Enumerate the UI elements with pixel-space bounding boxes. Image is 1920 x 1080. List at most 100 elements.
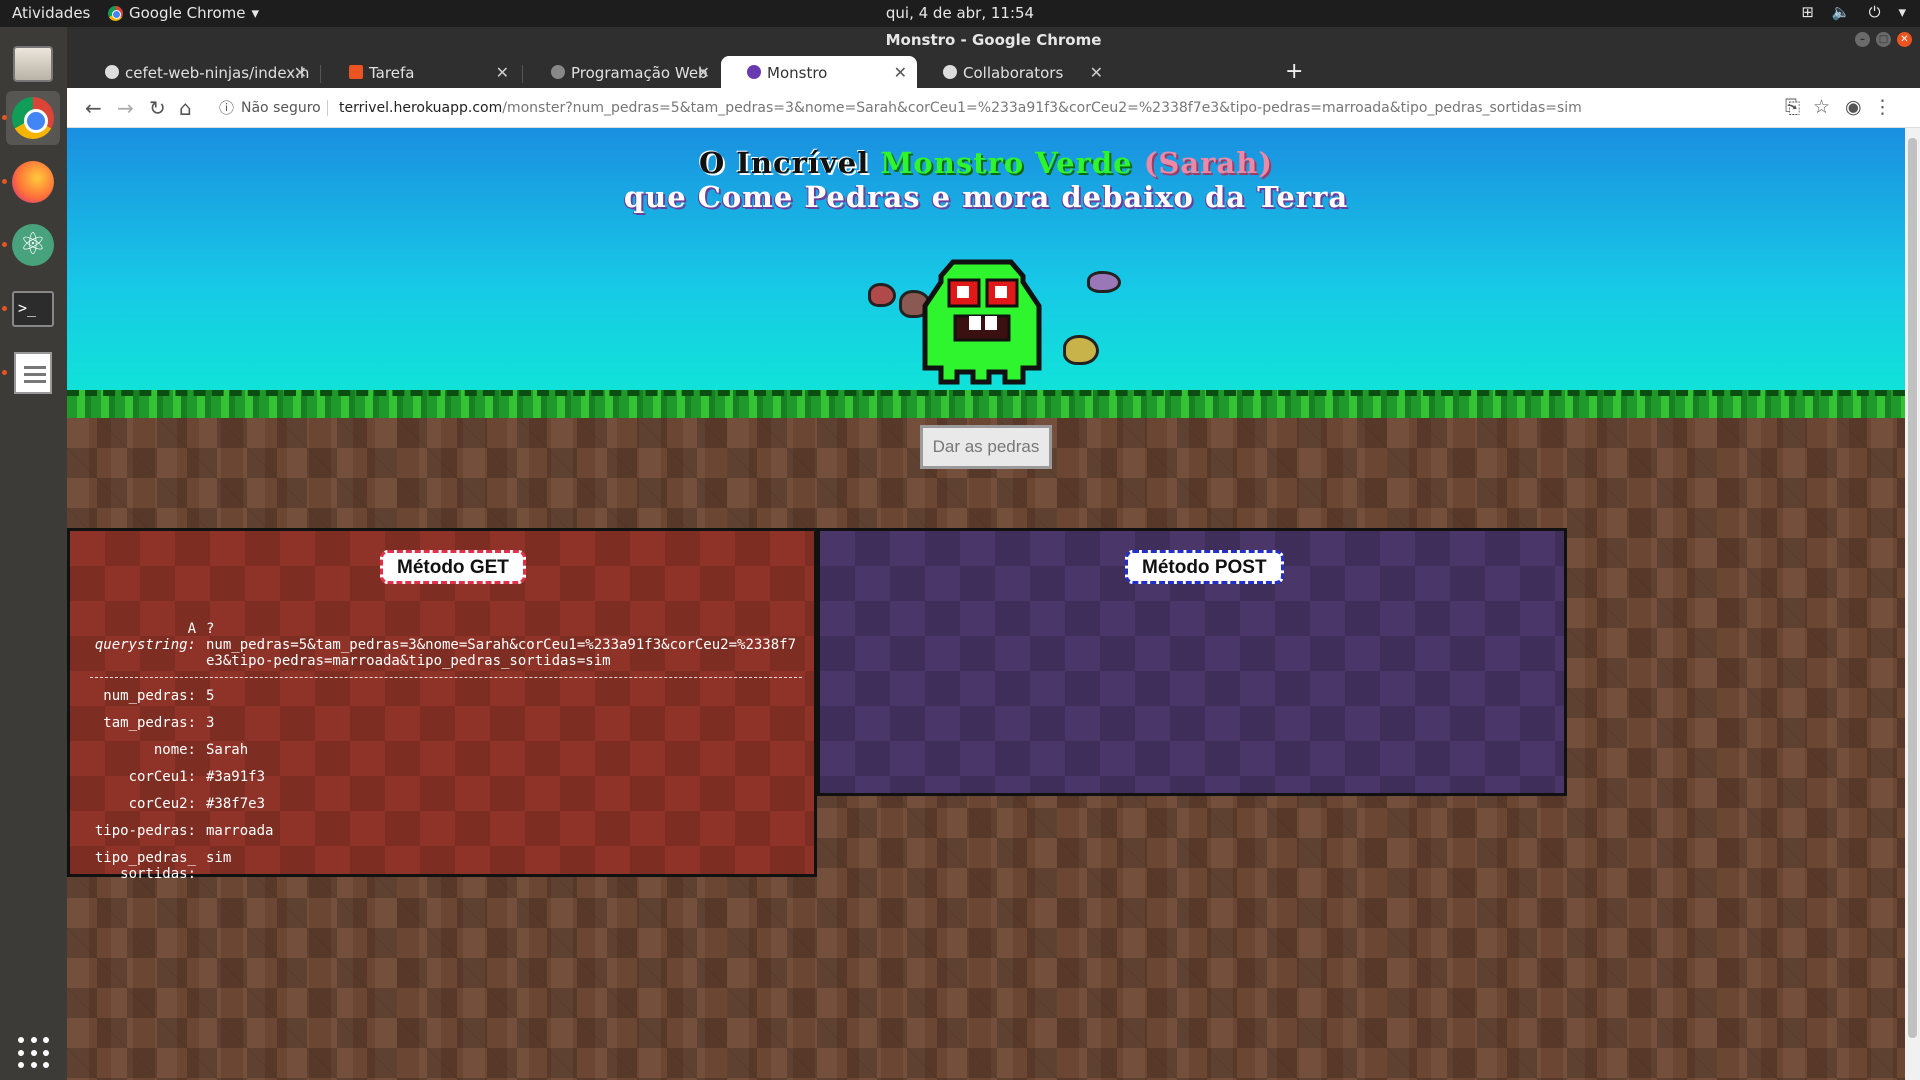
rock-icon [1087,271,1121,293]
rock-icon [868,283,896,307]
close-tab-icon[interactable]: ✕ [894,63,907,82]
close-tab-icon[interactable]: ✕ [294,63,307,82]
chevron-down-icon: ▾ [1898,3,1906,21]
launcher-files[interactable] [6,37,60,91]
param-row: num_pedras: 5 [90,688,802,704]
launcher-text-editor[interactable] [2,346,60,400]
param-row: nome: Sarah [90,742,802,758]
rock-icon [1063,335,1099,365]
running-indicator [2,370,7,375]
tab-label: cefet-web-ninjas/index.h [125,64,310,82]
scrollbar-thumb[interactable] [1908,138,1917,1038]
param-row: corCeu2: #38f7e3 [90,796,802,812]
minimize-button[interactable]: – [1855,32,1870,47]
network-icon: ⊞ [1801,3,1814,21]
get-method-heading: Método GET [380,550,526,584]
close-tab-icon[interactable]: ✕ [697,63,710,82]
param-value: sim [206,850,232,866]
get-params-list: Aquerystring: ? num_pedras=5&tam_pedras=3… [90,621,802,893]
page-viewport: O Incrível Monstro Verde (Sarah) que Com… [67,128,1905,1080]
tab-label: Monstro [767,64,828,82]
url-path: /monster?num_pedras=5&tam_pedras=3&nome=… [502,100,1582,116]
back-button[interactable]: ← [85,96,102,120]
running-indicator [2,306,7,311]
param-key: tipo_pedras_sortidas: [94,850,196,882]
tab-label: Collaborators [963,64,1064,82]
launcher-terminal[interactable]: >_ [2,282,60,336]
url-host: terrivel.herokuapp.com [339,100,503,116]
param-key: corCeu1: [128,769,196,785]
globe-icon [551,65,565,79]
volume-icon: 🔈 [1831,3,1851,21]
tarefa-icon [349,65,363,79]
github-icon [105,65,119,79]
window-title-bar: Monstro - Google Chrome – □ ✕ [67,27,1920,53]
tab-monstro[interactable]: Monstro ✕ [721,56,917,88]
clock[interactable]: qui, 4 de abr, 11:54 [0,4,1920,22]
param-row: tam_pedras: 3 [90,715,802,731]
param-value: #3a91f3 [206,769,266,785]
running-indicator [2,179,7,184]
launcher-firefox[interactable] [2,155,60,209]
profile-icon[interactable]: ◉ [1845,96,1862,118]
give-rocks-button[interactable]: Dar as pedras [920,425,1052,469]
param-row: corCeu1: #3a91f3 [90,769,802,785]
chrome-icon [12,97,54,139]
tab-cefet-web-ninjas[interactable]: cefet-web-ninjas/index.h ✕ [79,56,317,88]
translate-icon[interactable]: ⎘ [1785,96,1800,118]
get-method-panel: Método GET Aquerystring: ? num_pedras=5&t… [67,528,817,882]
param-key: tam_pedras: [103,715,196,731]
param-key: nome: [153,742,196,758]
close-window-button[interactable]: ✕ [1897,32,1912,47]
tab-programacao-web[interactable]: Programação Web ✕ [525,56,720,88]
launcher-dock: ⚛ >_ [0,27,67,1080]
forward-button[interactable]: → [117,96,134,120]
system-tray[interactable]: ⊞ 🔈 ⏻ ▾ [1801,3,1906,21]
page-scrollbar[interactable] [1905,128,1920,1080]
post-method-heading: Método POST [1125,550,1284,584]
param-value: Sarah [206,742,249,758]
tab-label: Programação Web [571,64,708,82]
firefox-icon [12,161,54,203]
menu-icon[interactable]: ⋮ [1873,96,1892,118]
param-row: tipo-pedras: marroada [90,823,802,839]
title-prefix: O Incrível [698,146,881,180]
param-key: num_pedras: [103,688,196,704]
terminal-icon: >_ [12,291,54,327]
show-applications-icon[interactable] [18,1037,50,1069]
github-icon [943,65,957,79]
tab-tarefa[interactable]: Tarefa ✕ [323,56,519,88]
close-tab-icon[interactable]: ✕ [1090,63,1103,82]
page-title: O Incrível Monstro Verde (Sarah) [67,146,1905,180]
launcher-atom[interactable]: ⚛ [2,218,60,272]
home-button[interactable]: ⌂ [179,96,192,120]
param-value: #38f7e3 [206,796,266,812]
param-row: tipo_pedras_sortidas: sim [90,850,802,882]
maximize-button[interactable]: □ [1876,32,1891,47]
files-icon [13,46,53,82]
security-label[interactable]: Não seguro [241,92,321,124]
navigation-bar: ← → ↻ ⌂ ⓘ Não seguro terrivel.herokuapp.… [67,88,1920,128]
running-indicator [2,242,7,247]
tab-label: Tarefa [369,64,415,82]
param-value: 5 [206,688,215,704]
close-tab-icon[interactable]: ✕ [496,63,509,82]
tab-collaborators[interactable]: Collaborators ✕ [917,56,1113,88]
title-name: (Sarah) [1132,146,1274,180]
monster-sprite [922,259,1042,385]
querystring-value: ? num_pedras=5&tam_pedras=3&nome=Sarah&co… [206,621,797,669]
launcher-chrome[interactable] [2,91,60,145]
grass-strip [67,390,1905,418]
window-title: Monstro - Google Chrome [885,31,1102,49]
tab-strip: cefet-web-ninjas/index.h ✕ Tarefa ✕ Prog… [67,53,1920,88]
url-text[interactable]: terrivel.herokuapp.com/monster?num_pedra… [339,92,1582,124]
new-tab-button[interactable]: + [1285,59,1303,84]
address-bar[interactable]: ⓘ Não seguro terrivel.herokuapp.com/mons… [207,92,1815,124]
bookmark-star-icon[interactable]: ☆ [1813,96,1830,118]
info-icon[interactable]: ⓘ [219,92,234,124]
power-icon: ⏻ [1868,3,1881,21]
param-key: tipo-pedras: [94,823,196,839]
reload-button[interactable]: ↻ [149,96,166,120]
post-method-panel: Método POST [817,528,1567,796]
querystring-row: Aquerystring: ? num_pedras=5&tam_pedras=3… [90,621,802,669]
